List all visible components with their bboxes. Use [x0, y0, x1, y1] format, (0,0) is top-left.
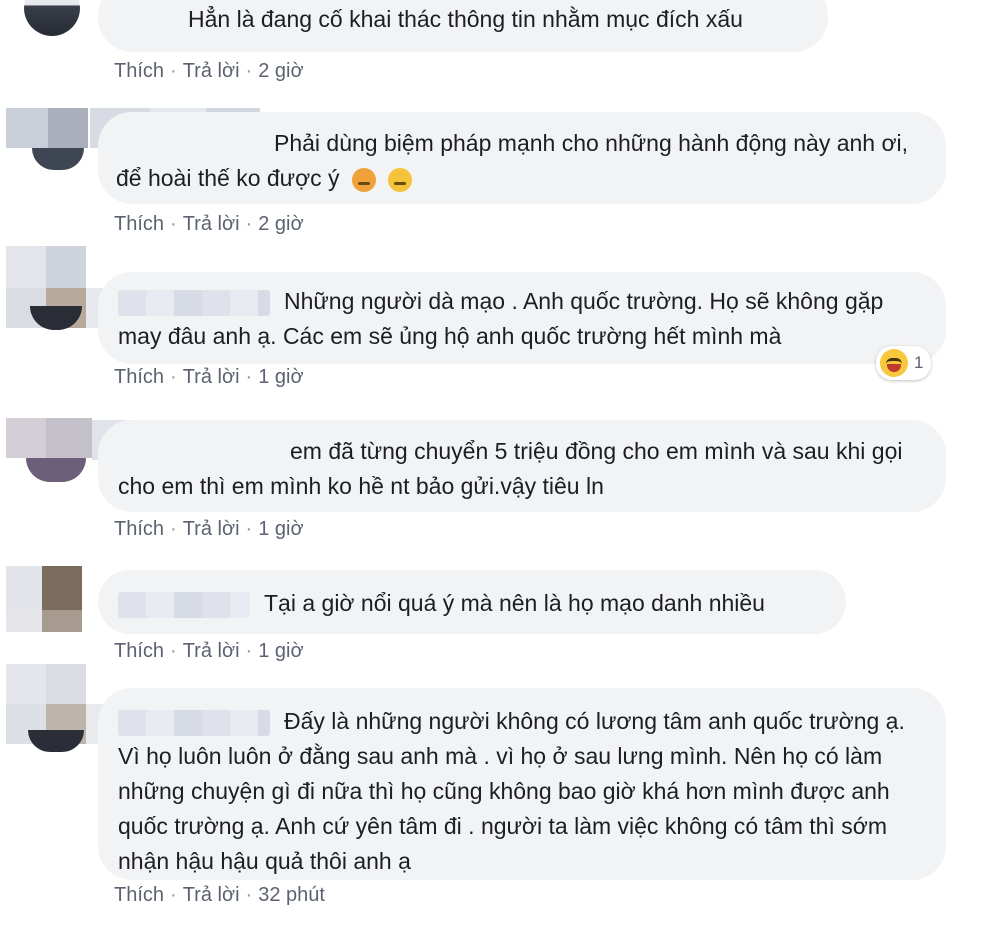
haha-reaction-icon: [880, 349, 908, 377]
reply-button[interactable]: Trả lời: [183, 213, 240, 235]
comment-text: em đã từng chuyển 5 triệu đồng cho em mì…: [118, 438, 903, 499]
name-blur: [118, 591, 250, 618]
comment-bubble: Những người dà mạo . Anh quốc trường. Họ…: [98, 272, 946, 364]
comment-bubble: em đã từng chuyển 5 triệu đồng cho em mì…: [98, 420, 946, 512]
timestamp[interactable]: 2 giờ: [258, 60, 303, 82]
name-blur: [118, 709, 270, 736]
comment-bubble: Hẳn là đang cố khai thác thông tin nhằm …: [98, 0, 828, 52]
reaction-summary[interactable]: 1: [876, 346, 932, 380]
comment-actions: Thích · Trả lời · 1 giờ: [114, 366, 304, 388]
comment-text-content: Phải dùng biệm pháp mạnh cho những hành …: [116, 130, 909, 191]
timestamp[interactable]: 32 phút: [258, 884, 325, 906]
comment-text-content: Tại a giờ nổi quá ý mà nên là họ mạo dan…: [264, 590, 765, 616]
comment-text: Những người dà mạo . Anh quốc trường. Họ…: [118, 284, 916, 354]
like-button[interactable]: Thích: [114, 60, 164, 82]
reply-button[interactable]: Trả lời: [183, 366, 240, 388]
comment-text: Tại a giờ nổi quá ý mà nên là họ mạo dan…: [118, 586, 822, 621]
like-button[interactable]: Thích: [114, 213, 164, 235]
timestamp[interactable]: 1 giờ: [258, 366, 303, 388]
reply-button[interactable]: Trả lời: [183, 60, 240, 82]
comment-actions: Thích · Trả lời · 1 giờ: [114, 640, 304, 662]
reaction-count: 1: [914, 353, 924, 372]
comment-text: Phải dùng biệm pháp mạnh cho những hành …: [116, 126, 916, 196]
comment-bubble: Tại a giờ nổi quá ý mà nên là họ mạo dan…: [98, 570, 846, 634]
like-button[interactable]: Thích: [114, 884, 164, 906]
reply-button[interactable]: Trả lời: [183, 640, 240, 662]
comment-bubble: Đấy là những người không có lương tâm an…: [98, 688, 946, 880]
reply-button[interactable]: Trả lời: [183, 884, 240, 906]
comment-bubble: Phải dùng biệm pháp mạnh cho những hành …: [98, 112, 946, 204]
like-button[interactable]: Thích: [114, 518, 164, 540]
angry-face-icon: [351, 167, 376, 192]
timestamp[interactable]: 1 giờ: [258, 640, 303, 662]
timestamp[interactable]: 1 giờ: [258, 518, 303, 540]
like-button[interactable]: Thích: [114, 366, 164, 388]
comment-actions: Thích · Trả lời · 2 giờ: [114, 213, 304, 235]
reply-button[interactable]: Trả lời: [183, 518, 240, 540]
comment-actions: Thích · Trả lời · 32 phút: [114, 884, 325, 906]
like-button[interactable]: Thích: [114, 640, 164, 662]
comment-actions: Thích · Trả lời · 2 giờ: [114, 60, 304, 82]
comment-text: Đấy là những người không có lương tâm an…: [118, 704, 906, 879]
comment-actions: Thích · Trả lời · 1 giờ: [114, 518, 304, 540]
name-blur: [118, 289, 270, 316]
disappointed-face-icon: [388, 167, 413, 192]
comment-text: Hẳn là đang cố khai thác thông tin nhằm …: [188, 6, 743, 32]
avatar[interactable]: [6, 418, 106, 484]
timestamp[interactable]: 2 giờ: [258, 213, 303, 235]
avatar[interactable]: [6, 108, 96, 172]
avatar[interactable]: [24, 0, 80, 36]
